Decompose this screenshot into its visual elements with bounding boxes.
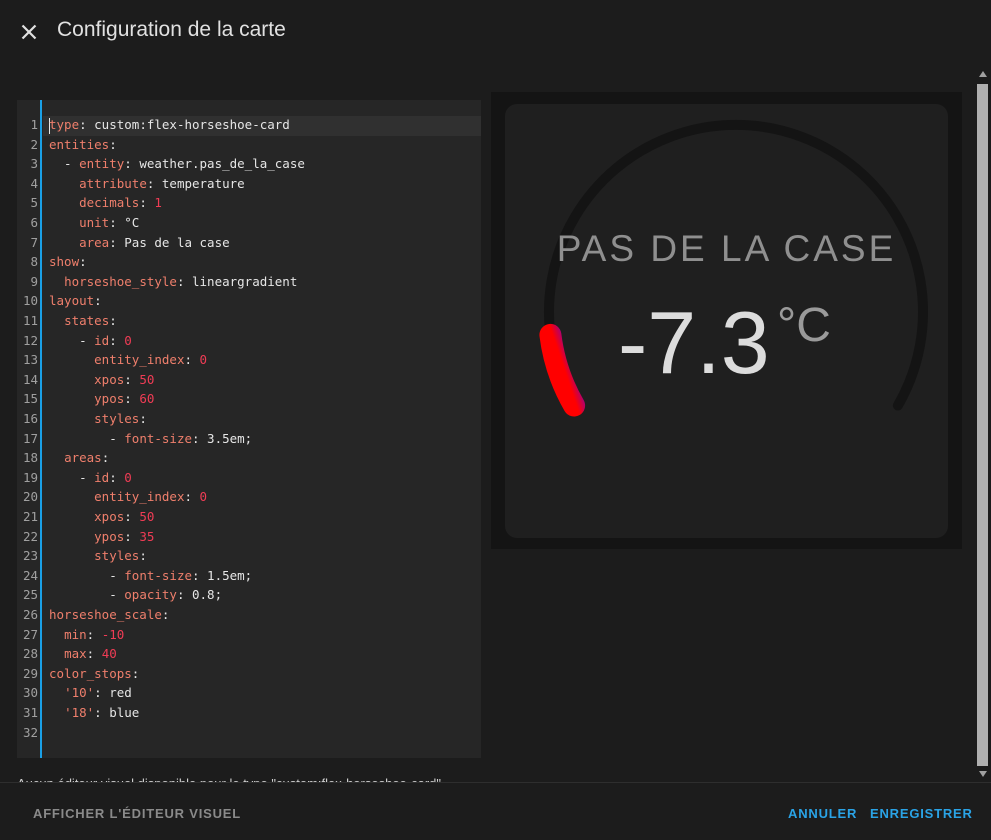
line-number: 26 xyxy=(22,607,38,622)
line-number: 16 xyxy=(22,411,38,426)
line-number: 22 xyxy=(22,528,38,544)
line-number: 1 xyxy=(30,117,38,132)
scroll-down-arrow-icon[interactable] xyxy=(979,771,987,777)
code-line[interactable]: xpos: 50 xyxy=(49,372,154,387)
save-button[interactable]: ENREGISTRER xyxy=(870,806,973,821)
editor-focus-border xyxy=(40,100,42,758)
line-number: 2 xyxy=(30,136,38,152)
code-line[interactable]: show: xyxy=(49,254,87,269)
code-line[interactable]: '10': red xyxy=(49,685,132,700)
code-line[interactable]: - opacity: 0.8; xyxy=(49,587,222,602)
temperature-value: -7.3 xyxy=(618,293,770,392)
code-line[interactable]: areas: xyxy=(49,450,109,465)
close-button[interactable] xyxy=(14,17,44,47)
code-line[interactable]: - id: 0 xyxy=(49,333,132,348)
code-line[interactable]: '18': blue xyxy=(49,705,139,720)
line-number: 7 xyxy=(30,234,38,250)
line-number: 24 xyxy=(22,567,38,583)
line-number: 10 xyxy=(22,293,38,309)
close-icon xyxy=(21,24,37,40)
line-number: 9 xyxy=(30,273,38,289)
line-number: 27 xyxy=(22,626,38,642)
code-line[interactable]: layout: xyxy=(49,293,102,308)
temperature-unit: °C xyxy=(777,299,831,352)
line-number: 25 xyxy=(22,587,38,603)
code-line[interactable]: - entity: weather.pas_de_la_case xyxy=(49,156,305,171)
line-number: 28 xyxy=(22,646,38,662)
code-line[interactable]: entities: xyxy=(49,137,117,152)
line-number: 23 xyxy=(22,548,38,564)
code-line[interactable]: - font-size: 3.5em; xyxy=(49,431,252,446)
line-number: 29 xyxy=(22,665,38,681)
code-line[interactable]: styles: xyxy=(49,548,147,563)
code-line[interactable]: min: -10 xyxy=(49,627,124,642)
code-line[interactable]: area: Pas de la case xyxy=(49,235,230,250)
code-line[interactable]: entity_index: 0 xyxy=(49,352,207,367)
code-line[interactable]: type: custom:flex-horseshoe-card xyxy=(49,117,290,132)
line-number: 19 xyxy=(22,469,38,485)
line-number: 13 xyxy=(22,352,38,368)
code-line[interactable]: ypos: 60 xyxy=(49,391,154,406)
code-line[interactable]: color_stops: xyxy=(49,666,139,681)
dialog-header: Configuration de la carte xyxy=(0,0,991,64)
line-number: 18 xyxy=(22,450,38,466)
line-number: 14 xyxy=(22,371,38,387)
code-line[interactable]: unit: °C xyxy=(49,215,139,230)
gauge-value-arc xyxy=(539,323,586,417)
code-line[interactable]: states: xyxy=(49,313,117,328)
line-number: 20 xyxy=(22,489,38,505)
yaml-code-editor[interactable]: 1 type: custom:flex-horseshoe-card 2 entiti… xyxy=(17,100,481,758)
line-number: 6 xyxy=(30,215,38,230)
cancel-button[interactable]: ANNULER xyxy=(788,806,857,821)
line-number: 15 xyxy=(22,391,38,407)
line-number: 17 xyxy=(22,430,38,446)
dialog-title: Configuration de la carte xyxy=(57,18,286,41)
line-number: 30 xyxy=(22,685,38,701)
code-line[interactable]: horseshoe_scale: xyxy=(49,607,169,622)
line-number: 5 xyxy=(30,195,38,211)
scrollbar-thumb[interactable] xyxy=(977,84,988,766)
line-number: 21 xyxy=(22,509,38,524)
code-line[interactable]: horseshoe_style: lineargradient xyxy=(49,274,297,289)
code-line[interactable]: - id: 0 xyxy=(49,470,132,485)
line-number: 11 xyxy=(22,313,38,328)
code-line[interactable]: ypos: 35 xyxy=(49,529,154,544)
area-label: PAS DE LA CASE xyxy=(556,228,897,269)
line-number: 8 xyxy=(30,254,38,270)
code-line[interactable]: - font-size: 1.5em; xyxy=(49,568,252,583)
line-number: 32 xyxy=(22,724,38,740)
code-line[interactable]: xpos: 50 xyxy=(49,509,154,524)
line-number: 3 xyxy=(30,156,38,172)
card-config-dialog: Configuration de la carte 1 type: custom:… xyxy=(0,0,991,840)
line-number: 12 xyxy=(22,332,38,348)
scroll-up-arrow-icon[interactable] xyxy=(979,71,987,77)
code-line[interactable]: max: 40 xyxy=(49,646,117,661)
code-line[interactable]: styles: xyxy=(49,411,147,426)
code-line[interactable]: attribute: temperature xyxy=(49,176,245,191)
show-visual-editor-button[interactable]: AFFICHER L'ÉDITEUR VISUEL xyxy=(33,806,241,821)
line-number: 31 xyxy=(22,705,38,720)
code-line[interactable]: decimals: 1 xyxy=(49,195,162,210)
line-number: 4 xyxy=(30,175,38,191)
code-line[interactable]: entity_index: 0 xyxy=(49,489,207,504)
